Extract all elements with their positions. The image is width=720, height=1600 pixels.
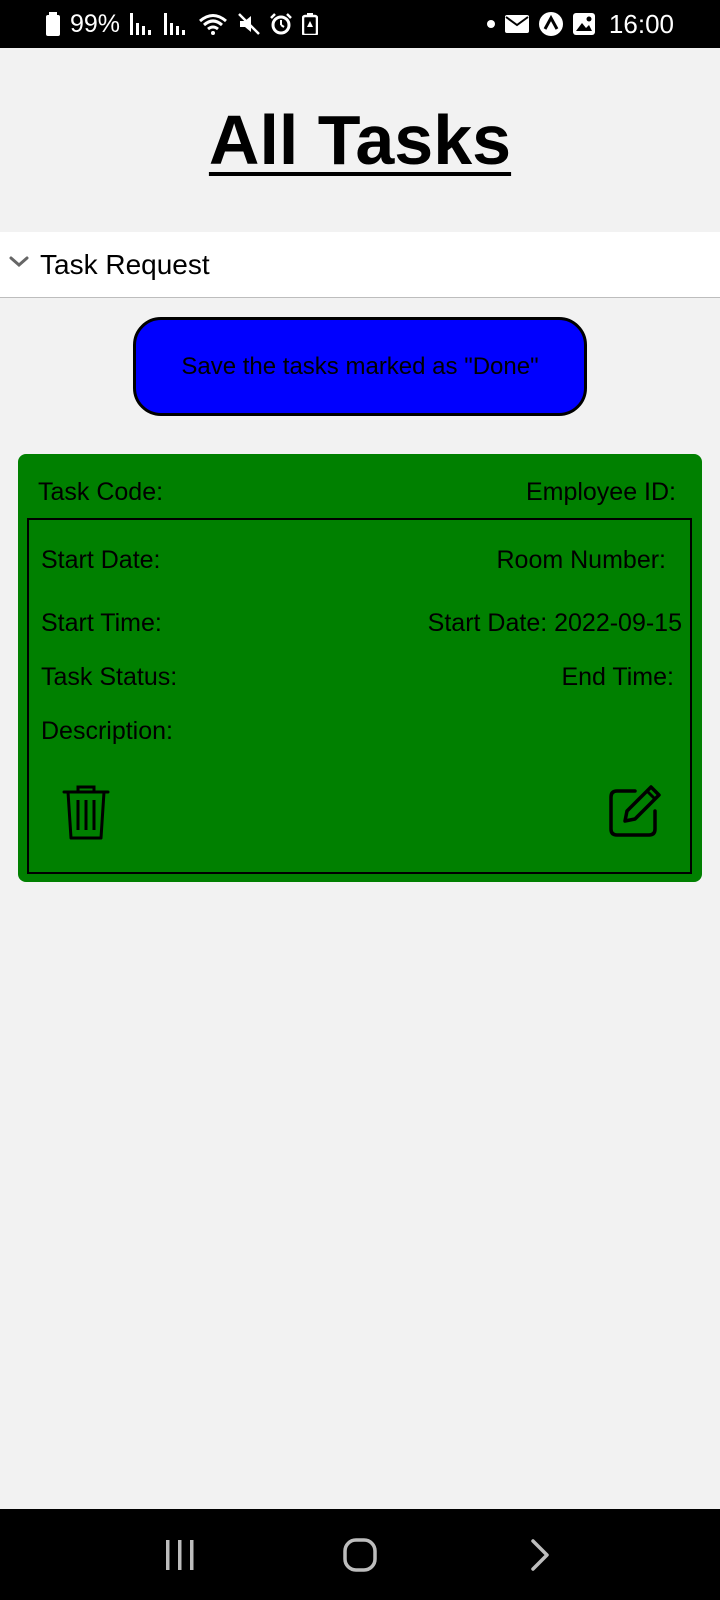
start-date-value-label: Start Date: 2022-09-15 [427,609,682,637]
task-details-box: Start Date: Room Number: Start Time: Sta… [27,518,692,874]
save-done-tasks-button[interactable]: Save the tasks marked as "Done" [133,317,587,416]
clock: 16:00 [608,8,674,39]
task-card: Task Code: Employee ID: Start Date: Room… [18,454,702,882]
status-bar-left: 99% [46,9,319,39]
signal-icon [130,13,154,35]
start-time-label: Start Time: [41,609,162,637]
end-time-label: End Time: [561,663,674,691]
signal-icon-2 [164,13,188,35]
task-card-header: Task Code: Employee ID: [18,454,702,518]
task-code-label: Task Code: [38,478,164,506]
page-title: All Tasks [208,101,512,179]
alarm-icon [270,13,292,35]
battery-percent: 99% [70,9,121,38]
recent-apps-icon[interactable] [150,1525,210,1585]
task-request-accordion[interactable]: Task Request [0,232,720,298]
status-bar: 99% 16:00 [0,0,720,48]
screen: 99% 16:00 All Tasks Task Request Save th… [0,0,720,1600]
chevron-down-icon [8,255,30,274]
battery-icon [46,12,60,36]
mute-icon [238,13,260,35]
home-icon[interactable] [330,1525,390,1585]
title-area: All Tasks [0,48,720,232]
status-bar-right: 16:00 [486,8,674,40]
trash-icon[interactable] [59,782,113,842]
room-number-label: Room Number: [496,546,667,574]
back-icon[interactable] [510,1525,570,1585]
wifi-icon [198,13,228,35]
task-status-label: Task Status: [41,663,178,691]
app-icon [538,12,563,36]
description-label: Description: [41,717,173,745]
battery-saver-icon [302,13,319,35]
navigation-bar [0,1509,720,1600]
start-date-label: Start Date: [41,546,161,574]
edit-icon[interactable] [606,782,664,840]
mail-icon [504,15,529,33]
accordion-label: Task Request [40,248,210,280]
notification-dot [486,20,495,28]
gallery-icon [572,13,595,35]
employee-id-label: Employee ID: [525,478,676,506]
